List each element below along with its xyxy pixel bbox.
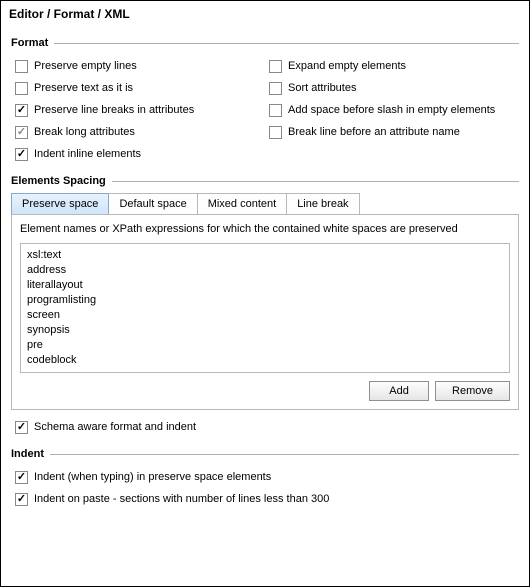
preserve-line-breaks-row[interactable]: Preserve line breaks in attributes bbox=[11, 99, 265, 121]
checkbox-icon[interactable] bbox=[15, 126, 28, 139]
checkbox-label: Expand empty elements bbox=[288, 60, 406, 72]
list-item[interactable]: pre bbox=[27, 338, 503, 353]
tab-description: Element names or XPath expressions for w… bbox=[20, 221, 510, 243]
expand-empty-elements-row[interactable]: Expand empty elements bbox=[265, 55, 519, 77]
divider bbox=[112, 181, 519, 182]
checkbox-icon[interactable] bbox=[15, 421, 28, 434]
add-space-before-slash-row[interactable]: Add space before slash in empty elements bbox=[265, 99, 519, 121]
checkbox-icon[interactable] bbox=[15, 104, 28, 117]
format-right-col: Expand empty elements Sort attributes Ad… bbox=[265, 55, 519, 165]
schema-aware-row[interactable]: Schema aware format and indent bbox=[11, 416, 519, 438]
list-item[interactable]: programlisting bbox=[27, 293, 503, 308]
checkbox-icon[interactable] bbox=[269, 126, 282, 139]
tab-body: Element names or XPath expressions for w… bbox=[11, 215, 519, 410]
checkbox-label: Indent on paste - sections with number o… bbox=[34, 493, 329, 505]
list-item[interactable]: address bbox=[27, 263, 503, 278]
checkbox-label: Preserve text as it is bbox=[34, 82, 133, 94]
indent-inline-elements-row[interactable]: Indent inline elements bbox=[11, 143, 265, 165]
group-elements-spacing-label: Elements Spacing bbox=[11, 175, 112, 187]
divider bbox=[50, 454, 519, 455]
group-elements-spacing-header: Elements Spacing bbox=[11, 175, 519, 187]
checkbox-label: Preserve empty lines bbox=[34, 60, 137, 72]
checkbox-label: Sort attributes bbox=[288, 82, 356, 94]
remove-button[interactable]: Remove bbox=[435, 381, 510, 401]
preserve-text-as-is-row[interactable]: Preserve text as it is bbox=[11, 77, 265, 99]
checkbox-label: Indent inline elements bbox=[34, 148, 141, 160]
break-line-before-attr-row[interactable]: Break line before an attribute name bbox=[265, 121, 519, 143]
group-indent-label: Indent bbox=[11, 448, 50, 460]
group-indent-header: Indent bbox=[11, 448, 519, 460]
content: Format Preserve empty lines Preserve tex… bbox=[1, 25, 529, 518]
checkbox-label: Break long attributes bbox=[34, 126, 135, 138]
indent-when-typing-row[interactable]: Indent (when typing) in preserve space e… bbox=[11, 466, 519, 488]
format-left-col: Preserve empty lines Preserve text as it… bbox=[11, 55, 265, 165]
button-row: Add Remove bbox=[20, 381, 510, 401]
checkbox-label: Schema aware format and indent bbox=[34, 421, 196, 433]
preserve-empty-lines-row[interactable]: Preserve empty lines bbox=[11, 55, 265, 77]
group-format-label: Format bbox=[11, 37, 54, 49]
checkbox-label: Indent (when typing) in preserve space e… bbox=[34, 471, 271, 483]
elements-listbox[interactable]: xsl:text address literallayout programli… bbox=[20, 243, 510, 373]
indent-on-paste-row[interactable]: Indent on paste - sections with number o… bbox=[11, 488, 519, 510]
list-item[interactable]: screen bbox=[27, 308, 503, 323]
tab-mixed-content[interactable]: Mixed content bbox=[197, 193, 287, 214]
list-item[interactable]: synopsis bbox=[27, 323, 503, 338]
checkbox-icon[interactable] bbox=[15, 60, 28, 73]
checkbox-icon[interactable] bbox=[269, 82, 282, 95]
list-item[interactable]: codeblock bbox=[27, 353, 503, 368]
tabs: Preserve space Default space Mixed conte… bbox=[11, 193, 519, 215]
break-long-attributes-row[interactable]: Break long attributes bbox=[11, 121, 265, 143]
list-item[interactable]: literallayout bbox=[27, 278, 503, 293]
list-item[interactable]: xsl:text bbox=[27, 248, 503, 263]
format-options: Preserve empty lines Preserve text as it… bbox=[11, 55, 519, 165]
checkbox-icon[interactable] bbox=[15, 471, 28, 484]
checkbox-label: Preserve line breaks in attributes bbox=[34, 104, 194, 116]
page-title: Editor / Format / XML bbox=[1, 1, 529, 25]
sort-attributes-row[interactable]: Sort attributes bbox=[265, 77, 519, 99]
checkbox-icon[interactable] bbox=[15, 82, 28, 95]
checkbox-label: Add space before slash in empty elements bbox=[288, 104, 495, 116]
tab-line-break[interactable]: Line break bbox=[286, 193, 359, 214]
checkbox-icon[interactable] bbox=[15, 493, 28, 506]
group-format-header: Format bbox=[11, 37, 519, 49]
divider bbox=[54, 43, 519, 44]
checkbox-icon[interactable] bbox=[269, 104, 282, 117]
checkbox-icon[interactable] bbox=[15, 148, 28, 161]
checkbox-label: Break line before an attribute name bbox=[288, 126, 460, 138]
tab-preserve-space[interactable]: Preserve space bbox=[11, 193, 109, 214]
checkbox-icon[interactable] bbox=[269, 60, 282, 73]
tab-default-space[interactable]: Default space bbox=[108, 193, 197, 214]
add-button[interactable]: Add bbox=[369, 381, 429, 401]
